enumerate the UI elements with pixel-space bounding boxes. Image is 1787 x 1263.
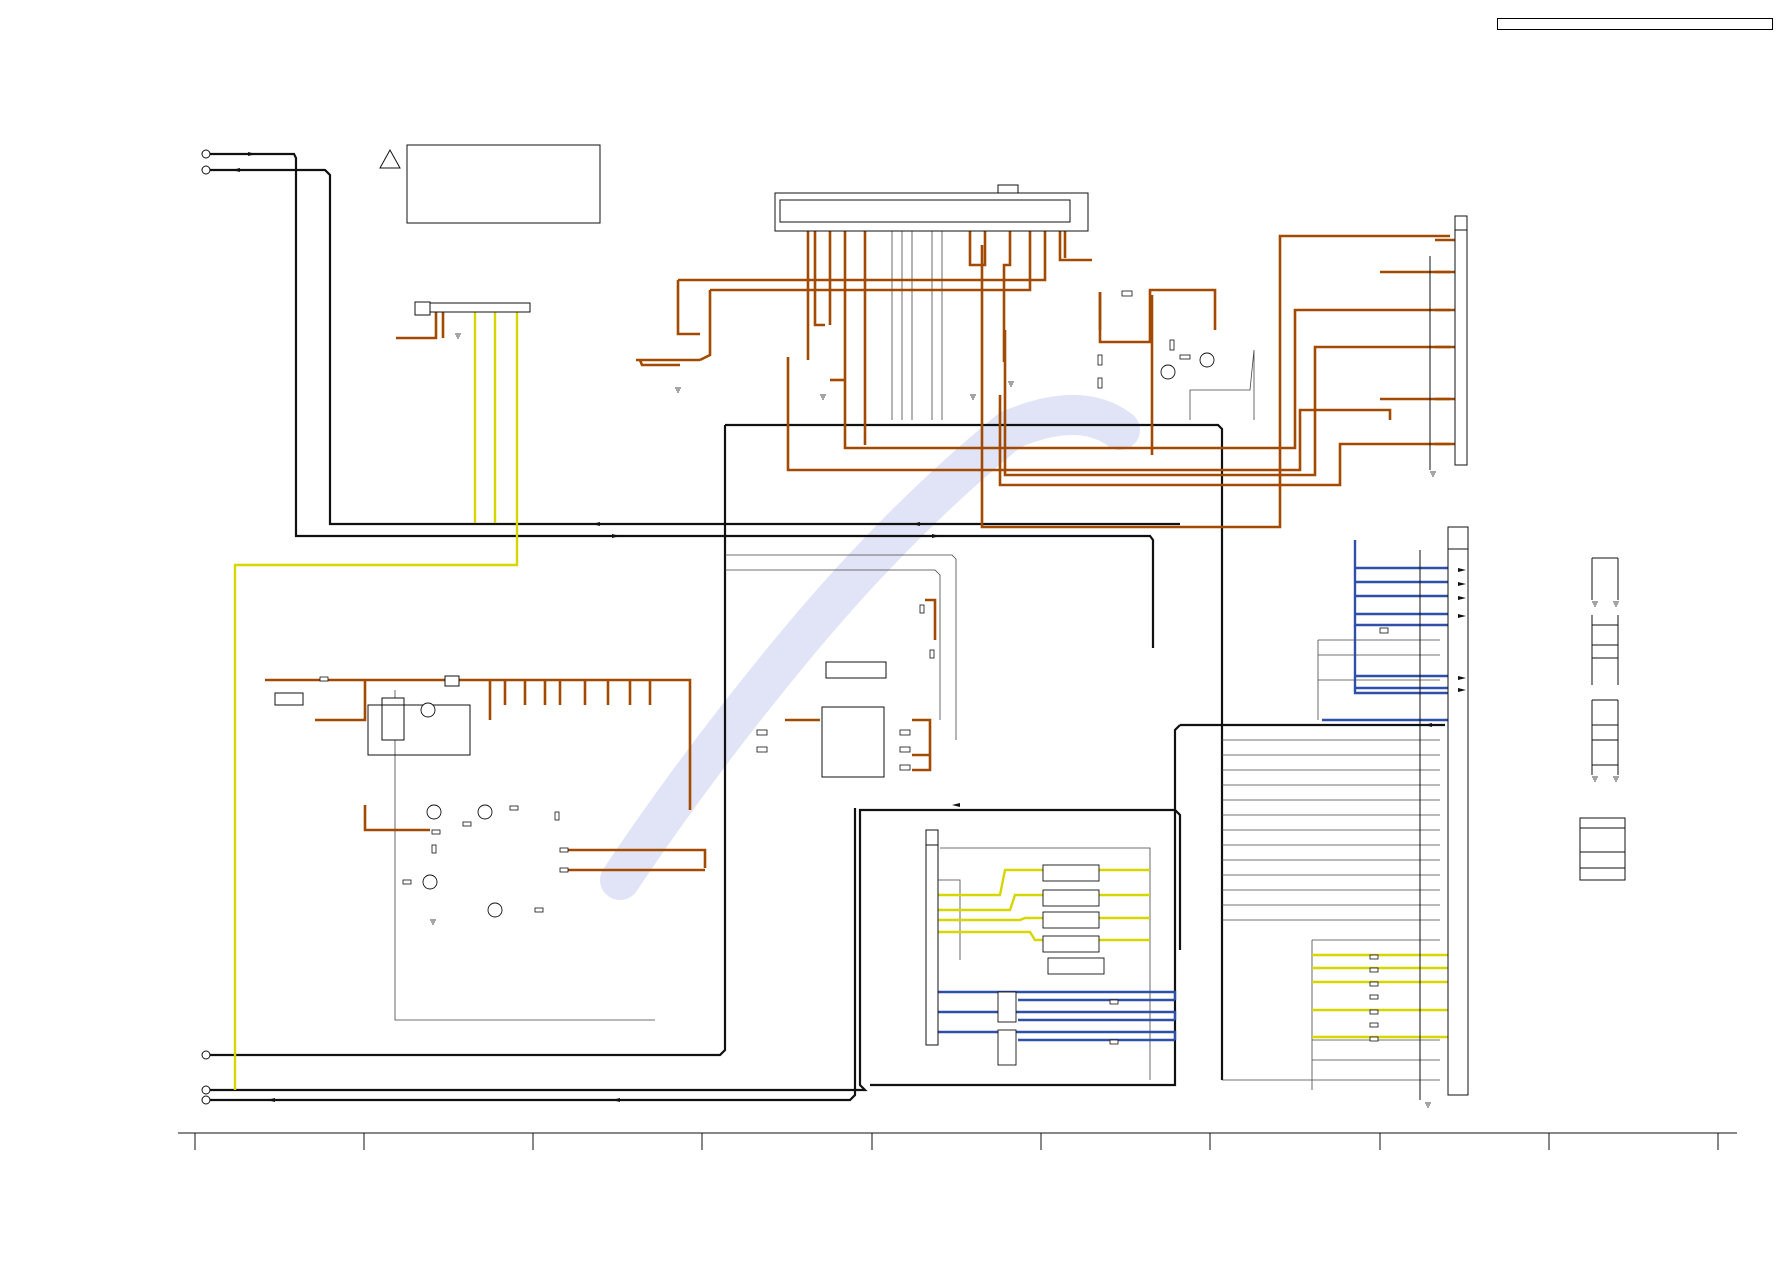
bottom-border <box>178 1132 1737 1150</box>
regulator-ic <box>274 675 471 756</box>
thin-signal-traces <box>394 210 1440 1090</box>
center-ic <box>821 661 887 778</box>
lower-left-connector <box>925 829 939 1046</box>
data-traces <box>935 540 1465 1042</box>
schematic-diagram <box>178 144 1737 1150</box>
warning-triangle-icon <box>379 148 401 169</box>
warning-note <box>379 144 601 224</box>
warning-note-box <box>406 144 601 224</box>
right-top-connector <box>1429 215 1468 470</box>
jumper-sections <box>1579 557 1626 881</box>
top-connector <box>774 184 1089 232</box>
input-terminals <box>201 149 211 1105</box>
left-header-connector <box>414 301 531 316</box>
